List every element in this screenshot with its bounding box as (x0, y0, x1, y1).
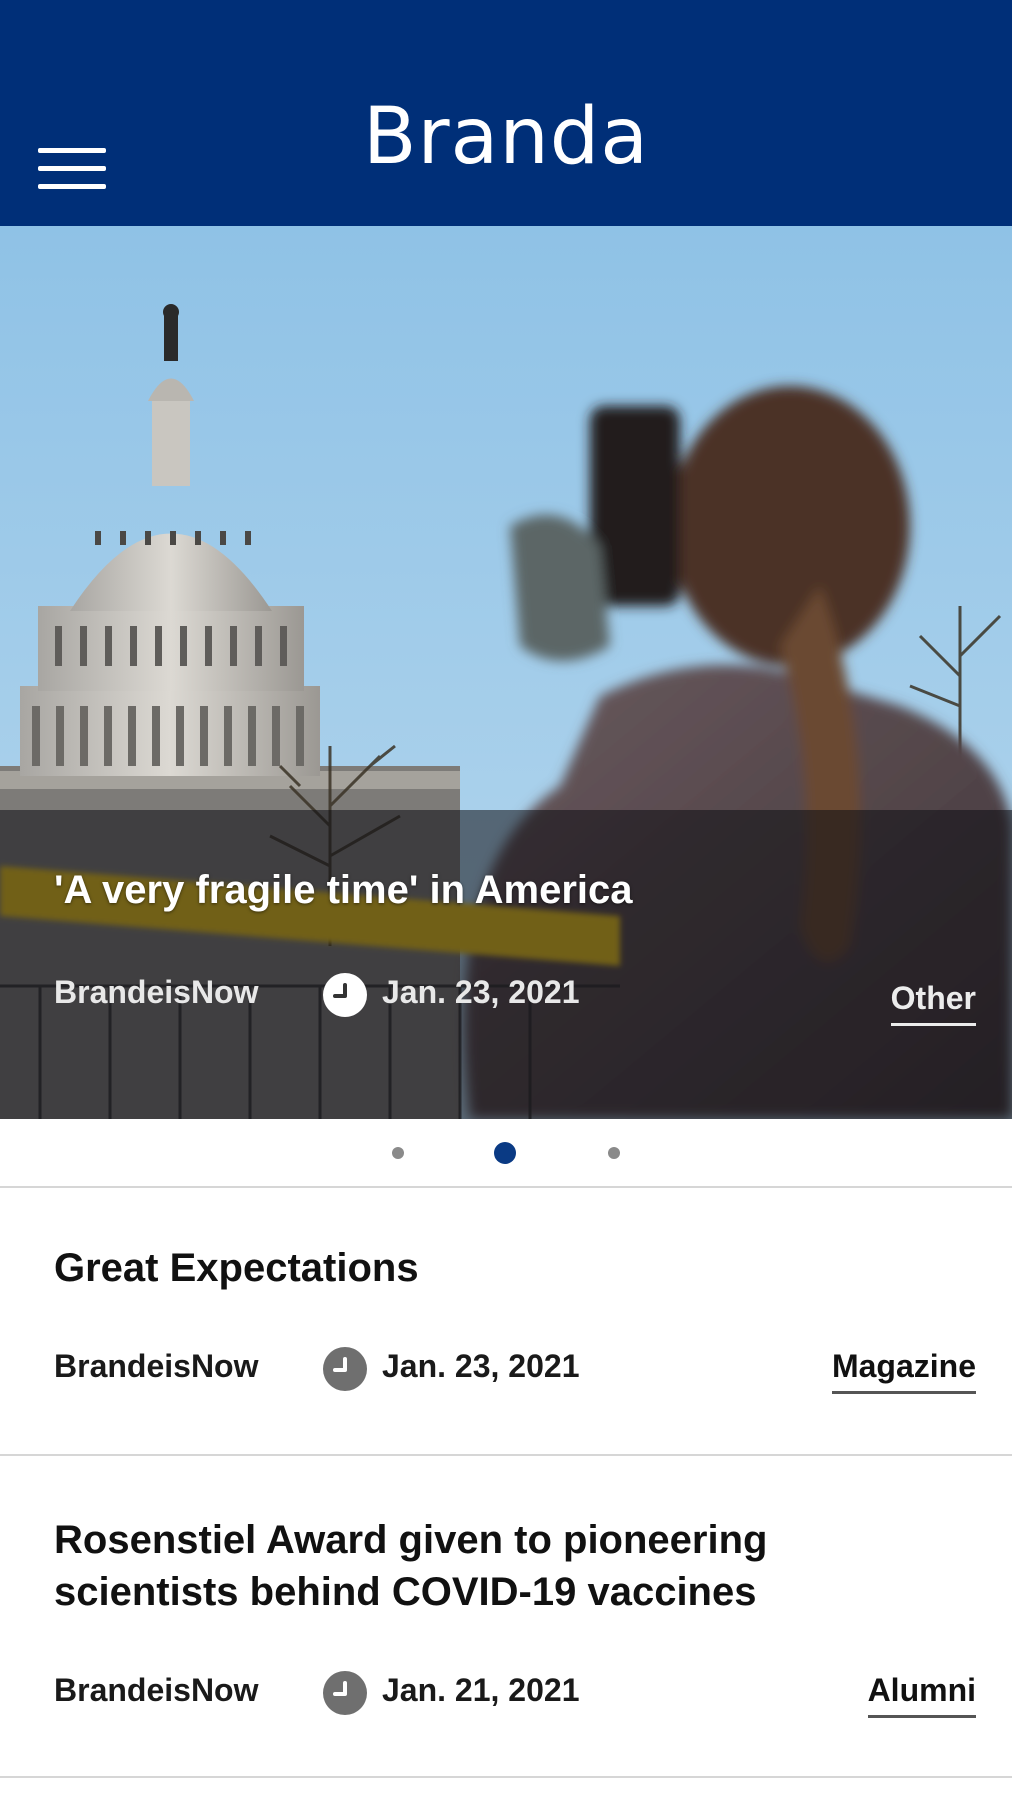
divider (0, 1776, 1012, 1778)
article-source: BrandeisNow (54, 1348, 259, 1384)
featured-story-source: BrandeisNow (54, 974, 259, 1010)
carousel-pager (0, 1119, 1012, 1186)
app-title: Branda (362, 92, 650, 182)
article-date: Jan. 23, 2021 (382, 1348, 580, 1384)
app-header: Branda (0, 0, 1012, 226)
article-category-link[interactable]: Magazine (831, 1348, 976, 1394)
featured-story-date: Jan. 23, 2021 (382, 974, 580, 1010)
article-date: Jan. 21, 2021 (382, 1672, 580, 1708)
featured-story-title[interactable]: 'A very fragile time' in America (54, 866, 633, 914)
article-source: BrandeisNow (54, 1672, 259, 1708)
clock-icon (323, 973, 367, 1017)
clock-icon (323, 1347, 367, 1391)
hero-caption-overlay (0, 810, 1012, 1119)
menu-bar (38, 184, 106, 189)
featured-story-category-link[interactable]: Other (890, 980, 976, 1026)
article-list-item[interactable]: Great Expectations BrandeisNow Jan. 23, … (0, 1188, 1012, 1454)
article-title[interactable]: Great Expectations (54, 1242, 954, 1294)
article-list-item[interactable]: Rosenstiel Award given to pioneering sci… (0, 1456, 1012, 1776)
clock-icon (323, 1671, 367, 1715)
article-category-link[interactable]: Alumni (867, 1672, 976, 1718)
article-title[interactable]: Rosenstiel Award given to pioneering sci… (54, 1514, 954, 1618)
carousel-dot-active[interactable] (494, 1142, 516, 1164)
carousel-dot[interactable] (608, 1147, 620, 1159)
featured-story-card[interactable]: 'A very fragile time' in America Brandei… (0, 226, 1012, 1119)
carousel-dot[interactable] (392, 1147, 404, 1159)
